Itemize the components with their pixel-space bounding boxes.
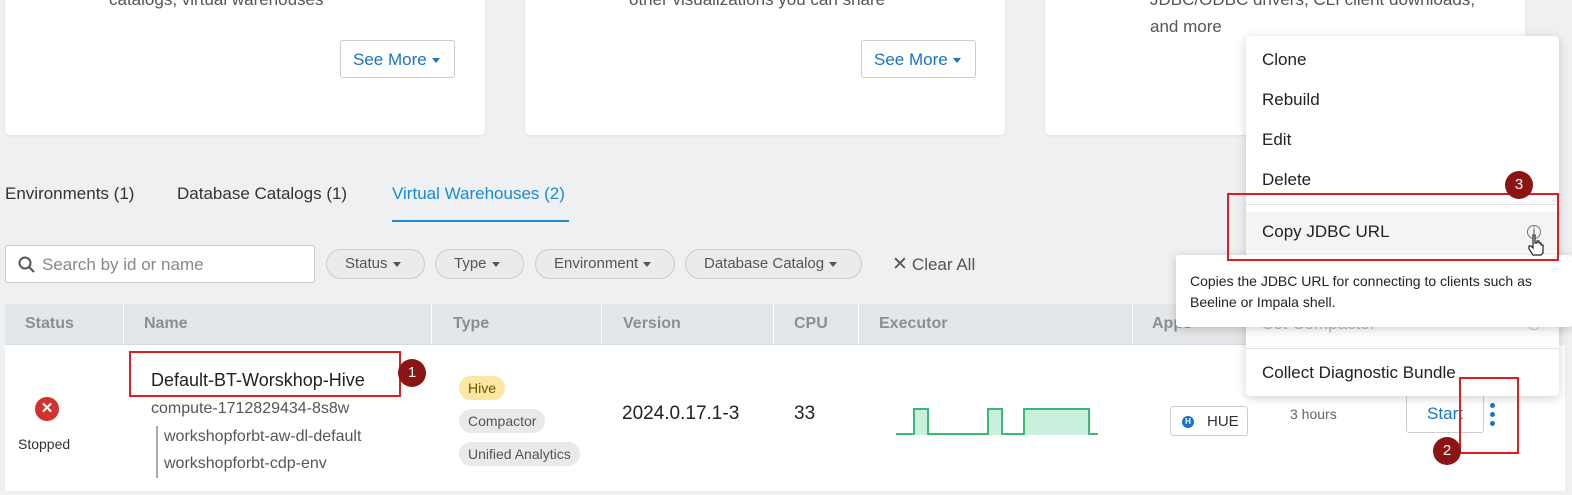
environment-link[interactable]: workshopforbt-cdp-env	[164, 455, 327, 473]
caret-down-icon	[431, 58, 440, 64]
tab-environments[interactable]: Environments (1)	[5, 184, 134, 204]
tab-virtual-warehouses[interactable]: Virtual Warehouses (2)	[392, 184, 565, 204]
see-more-label: See More	[353, 50, 427, 69]
card-description: catalogs, virtual warehouses	[109, 0, 324, 13]
menu-item-rebuild[interactable]: Rebuild	[1262, 90, 1320, 110]
clear-all-button[interactable]: ✕ Clear All	[892, 253, 975, 276]
column-divider	[773, 304, 774, 344]
table-header: Status Name Type Version CPU Executor Ap…	[5, 304, 1255, 345]
uptime-value: 3 hours	[1290, 406, 1337, 422]
column-divider	[601, 304, 602, 344]
filter-label: Status	[345, 255, 388, 272]
column-header-executor[interactable]: Executor	[879, 315, 947, 333]
annotation-badge-1: 1	[398, 359, 426, 387]
tag-unified-analytics: Unified Analytics	[459, 442, 580, 466]
column-header-name[interactable]: Name	[144, 315, 188, 333]
filter-label: Database Catalog	[704, 255, 825, 272]
database-catalog-link[interactable]: workshopforbt-aw-dl-default	[164, 428, 361, 446]
see-more-button[interactable]: See More	[340, 40, 455, 78]
column-divider	[431, 304, 432, 344]
filter-label: Type	[454, 255, 487, 272]
tree-line	[156, 426, 158, 478]
search-placeholder: Search by id or name	[42, 255, 204, 274]
column-divider	[1132, 304, 1133, 344]
see-more-button[interactable]: See More	[861, 40, 976, 78]
virtual-warehouse-id: compute-1712829434-8s8w	[151, 400, 350, 417]
menu-item-collect-diagnostic-bundle[interactable]: Collect Diagnostic Bundle	[1262, 363, 1456, 383]
column-divider	[123, 304, 124, 344]
filter-database-catalog[interactable]: Database Catalog	[685, 249, 862, 279]
card-description: JDBC/ODBC drivers, CLI client downloads,…	[1150, 0, 1475, 36]
tooltip: Copies the JDBC URL for connecting to cl…	[1176, 255, 1572, 327]
menu-divider	[1246, 348, 1559, 349]
menu-item-delete[interactable]: Delete	[1262, 170, 1311, 190]
column-header-version[interactable]: Version	[623, 315, 681, 333]
tag-compactor: Compactor	[459, 409, 546, 433]
executor-area	[896, 409, 1098, 435]
search-icon	[18, 256, 35, 273]
search-input[interactable]: Search by id or name	[5, 245, 315, 283]
cpu-value: 33	[794, 403, 816, 424]
annotation-badge-2: 2	[1433, 437, 1461, 465]
filter-type[interactable]: Type	[435, 249, 524, 279]
column-divider	[858, 304, 859, 344]
status-label: Stopped	[18, 436, 71, 452]
clear-all-label: Clear All	[911, 255, 976, 274]
tooltip-text: Copies the JDBC URL for connecting to cl…	[1190, 273, 1532, 310]
card-2: other visualizations you can share See M…	[525, 0, 1005, 135]
annotation-box-1	[129, 351, 401, 397]
executor-chart	[896, 408, 1098, 435]
active-tab-indicator	[392, 220, 569, 222]
column-header-cpu[interactable]: CPU	[794, 315, 828, 333]
filter-status[interactable]: Status	[326, 249, 425, 279]
card-1: catalogs, virtual warehouses See More	[5, 0, 485, 135]
version-value: 2024.0.17.1-3	[622, 403, 740, 424]
menu-item-edit[interactable]: Edit	[1262, 130, 1291, 150]
caret-down-icon	[392, 261, 401, 267]
caret-down-icon	[829, 261, 838, 267]
tag-hive: Hive	[459, 376, 506, 400]
hue-label: HUE	[1207, 413, 1239, 430]
hand-cursor-icon	[1528, 234, 1544, 256]
see-more-label: See More	[874, 50, 948, 69]
hue-icon: H	[1182, 416, 1194, 428]
filter-label: Environment	[554, 255, 639, 272]
annotation-box-3	[1227, 193, 1559, 261]
close-icon: ✕	[892, 254, 908, 275]
filter-environment[interactable]: Environment	[535, 249, 675, 279]
stopped-icon: ✕	[35, 397, 59, 421]
hue-app-button[interactable]: H HUE	[1170, 406, 1248, 436]
menu-item-clone[interactable]: Clone	[1262, 50, 1306, 70]
annotation-box-2	[1459, 377, 1519, 454]
column-header-type[interactable]: Type	[453, 315, 489, 333]
caret-down-icon	[491, 261, 500, 267]
card-description: other visualizations you can share	[629, 0, 885, 13]
column-header-status[interactable]: Status	[25, 315, 74, 333]
caret-down-icon	[952, 58, 961, 64]
caret-down-icon	[643, 261, 652, 267]
tab-database-catalogs[interactable]: Database Catalogs (1)	[177, 184, 347, 204]
annotation-badge-3: 3	[1505, 171, 1533, 199]
